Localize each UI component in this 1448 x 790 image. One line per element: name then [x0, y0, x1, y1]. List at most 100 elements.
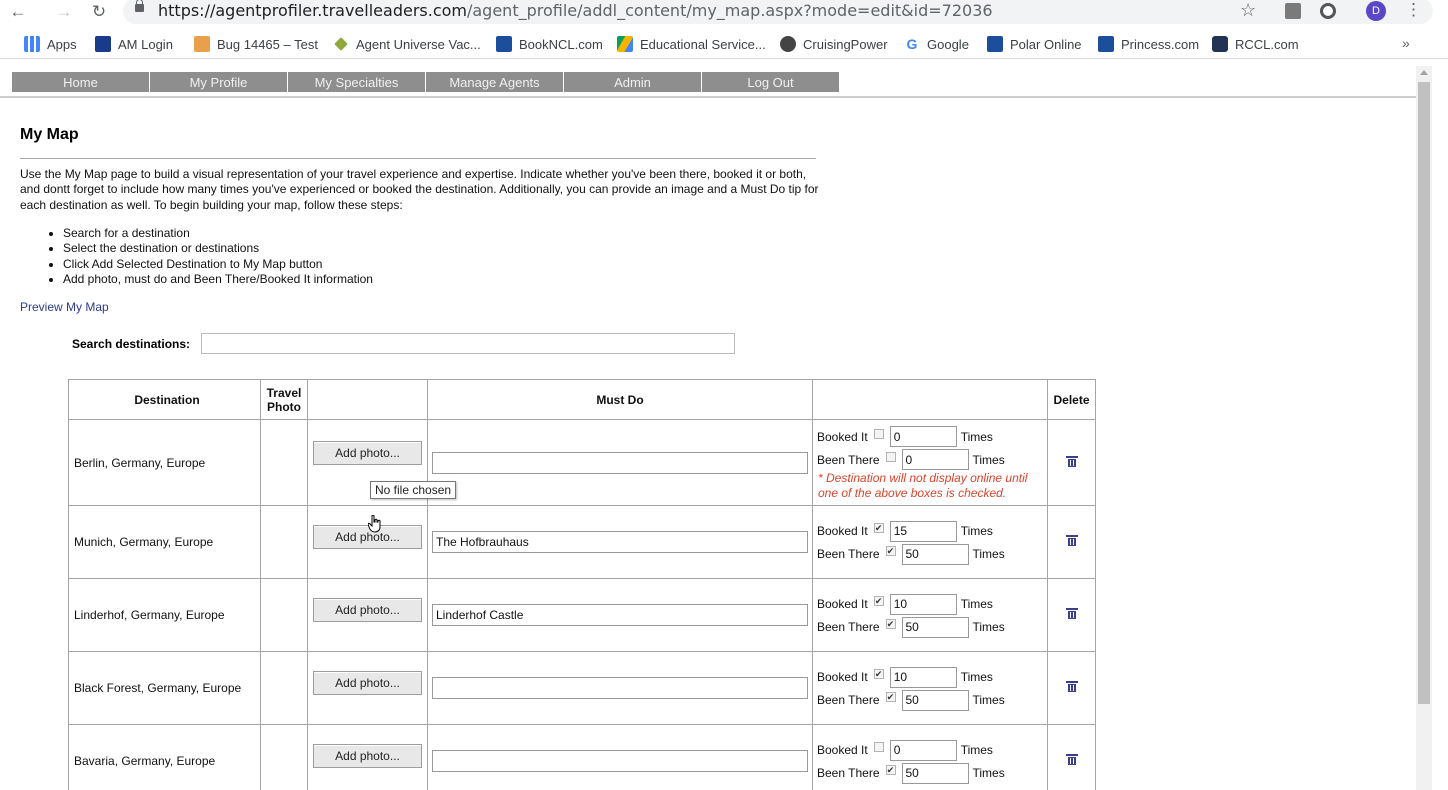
bookmark-am-login[interactable]: AM Login — [95, 36, 173, 52]
booked-it-checkbox[interactable] — [873, 742, 884, 752]
search-destinations-input[interactable] — [201, 333, 735, 354]
page-title: My Map — [20, 126, 79, 143]
bookmark-ncl[interactable]: BookNCL.com — [496, 36, 603, 52]
profile-avatar[interactable]: D — [1366, 1, 1386, 21]
been-times-input[interactable] — [901, 689, 969, 711]
trash-icon[interactable] — [1065, 455, 1078, 467]
been-times-input[interactable] — [901, 543, 969, 565]
menu-kebab-icon[interactable]: ⋮ — [1405, 0, 1422, 20]
add-photo-button[interactable]: Add photo... — [313, 597, 422, 622]
been-there-row: Been There ✔ Times — [817, 616, 1005, 638]
booked-it-label: Booked It — [817, 743, 868, 757]
must-do-input[interactable] — [432, 677, 808, 699]
add-photo-button[interactable]: Add photo... — [313, 743, 422, 768]
url-path: /agent_profile/addl_content/my_map.aspx?… — [466, 1, 993, 20]
bookmark-polar[interactable]: Polar Online — [987, 36, 1082, 52]
booked-it-checkbox[interactable] — [873, 428, 884, 439]
been-there-checkbox[interactable]: ✔ — [885, 546, 896, 556]
bookmark-star-icon[interactable]: ☆ — [1240, 0, 1256, 21]
booked-times-input[interactable] — [889, 739, 957, 761]
trash-icon[interactable] — [1065, 535, 1078, 546]
polar-icon — [987, 36, 1003, 52]
extension-circle-icon[interactable] — [1320, 3, 1336, 19]
bookmark-label: BookNCL.com — [519, 36, 603, 52]
scroll-thumb[interactable] — [1418, 82, 1430, 704]
travel-photo-cell — [260, 505, 308, 579]
booked-it-checkbox[interactable]: ✔ — [873, 669, 884, 679]
been-there-checkbox[interactable]: ✔ — [885, 692, 896, 702]
add-photo-button[interactable]: Add photo... — [313, 441, 422, 465]
table-row: Munich, Germany, EuropeAdd photo...Booke… — [68, 505, 1096, 579]
bookmark-princess[interactable]: Princess.com — [1098, 36, 1199, 52]
been-times-input[interactable] — [901, 762, 969, 784]
booked-times-input[interactable] — [889, 520, 957, 542]
delete-cell — [1047, 578, 1096, 652]
bookmark-agent-universe[interactable]: Agent Universe Vac... — [333, 36, 481, 52]
apps-grid-icon — [24, 36, 40, 52]
bookmark-label: AM Login — [118, 36, 173, 52]
bookmark-google[interactable]: G Google — [904, 36, 969, 52]
been-there-row: Been There ✔ Times — [817, 762, 1005, 784]
url-text[interactable]: https://agentprofiler.travelleaders.com/… — [158, 1, 993, 20]
bookmark-bug[interactable]: Bug 14465 – Test — [194, 36, 318, 52]
times-label: Times — [960, 597, 993, 611]
bookmark-label: CruisingPower — [803, 36, 888, 52]
been-there-checkbox[interactable]: ✔ — [885, 619, 896, 629]
nav-tab-log-out[interactable]: Log Out — [702, 72, 840, 92]
nav-tab-my-profile[interactable]: My Profile — [150, 72, 288, 92]
been-there-label: Been There — [817, 620, 880, 634]
booked-times-input[interactable] — [889, 426, 957, 447]
trash-icon[interactable] — [1065, 608, 1078, 619]
been-times-input[interactable] — [901, 616, 969, 638]
booked-it-checkbox[interactable]: ✔ — [873, 596, 884, 606]
table-row: Berlin, Germany, Europe Add photo... Booke… — [68, 419, 1096, 506]
bookmark-apps[interactable]: Apps — [24, 36, 77, 52]
back-icon[interactable]: ← — [6, 0, 30, 24]
nav-tab-manage-agents[interactable]: Manage Agents — [426, 72, 564, 92]
must-do-input[interactable] — [432, 451, 808, 474]
warning-text: * Destination will not display online un… — [818, 471, 1028, 500]
destination-name: Linderhof, Germany, Europe — [68, 578, 261, 652]
destination-name: Munich, Germany, Europe — [68, 505, 261, 579]
forward-icon[interactable]: → — [52, 0, 76, 24]
trash-icon[interactable] — [1065, 681, 1078, 692]
nav-tab-admin[interactable]: Admin — [564, 72, 702, 92]
stats-cell: Booked It Times Been There ✔ Times — [812, 724, 1048, 790]
must-do-input[interactable] — [432, 750, 808, 772]
must-do-cell — [427, 724, 813, 790]
step-item: Add photo, must do and Been There/Booked… — [63, 272, 373, 287]
booked-times-input[interactable] — [889, 593, 957, 615]
preview-my-map-link[interactable]: Preview My Map — [20, 300, 109, 314]
ncl-icon — [496, 36, 512, 52]
trash-icon[interactable] — [1065, 754, 1078, 765]
bookmark-educational[interactable]: Educational Service... — [617, 36, 766, 52]
reload-icon[interactable]: ↻ — [87, 0, 111, 24]
bookmarks-more-icon[interactable]: » — [1402, 35, 1410, 51]
must-do-input[interactable] — [432, 604, 808, 626]
must-do-cell — [427, 419, 813, 506]
page-scrollbar[interactable] — [1416, 66, 1432, 790]
been-there-checkbox[interactable]: ✔ — [885, 765, 896, 775]
scroll-up-icon[interactable] — [1420, 70, 1428, 75]
times-label: Times — [960, 524, 993, 538]
been-times-input[interactable] — [901, 449, 969, 470]
must-do-input[interactable] — [432, 531, 808, 553]
been-there-checkbox[interactable] — [885, 451, 896, 462]
booked-times-input[interactable] — [889, 666, 957, 688]
nav-divider — [0, 96, 1416, 98]
add-photo-button[interactable]: Add photo... — [313, 670, 422, 695]
lock-icon[interactable] — [135, 0, 144, 12]
table-row: Bavaria, Germany, Europe Add photo... Book… — [68, 724, 1096, 790]
booked-it-row: Booked It ✔ Times — [817, 593, 993, 615]
bookmark-label: Apps — [47, 36, 77, 52]
extension-g-icon[interactable] — [1285, 3, 1301, 19]
bookmark-rccl[interactable]: RCCL.com — [1212, 36, 1299, 52]
booked-it-checkbox[interactable]: ✔ — [873, 523, 884, 533]
delete-cell — [1047, 505, 1096, 579]
cruisingpower-icon — [780, 36, 796, 52]
header-must-do: Must Do — [427, 379, 813, 420]
nav-tab-home[interactable]: Home — [12, 72, 150, 92]
nav-tab-my-specialties[interactable]: My Specialties — [288, 72, 426, 92]
stats-cell: Booked It Times Been There Times * Destinati… — [812, 419, 1048, 506]
bookmark-cruisingpower[interactable]: CruisingPower — [780, 36, 888, 52]
